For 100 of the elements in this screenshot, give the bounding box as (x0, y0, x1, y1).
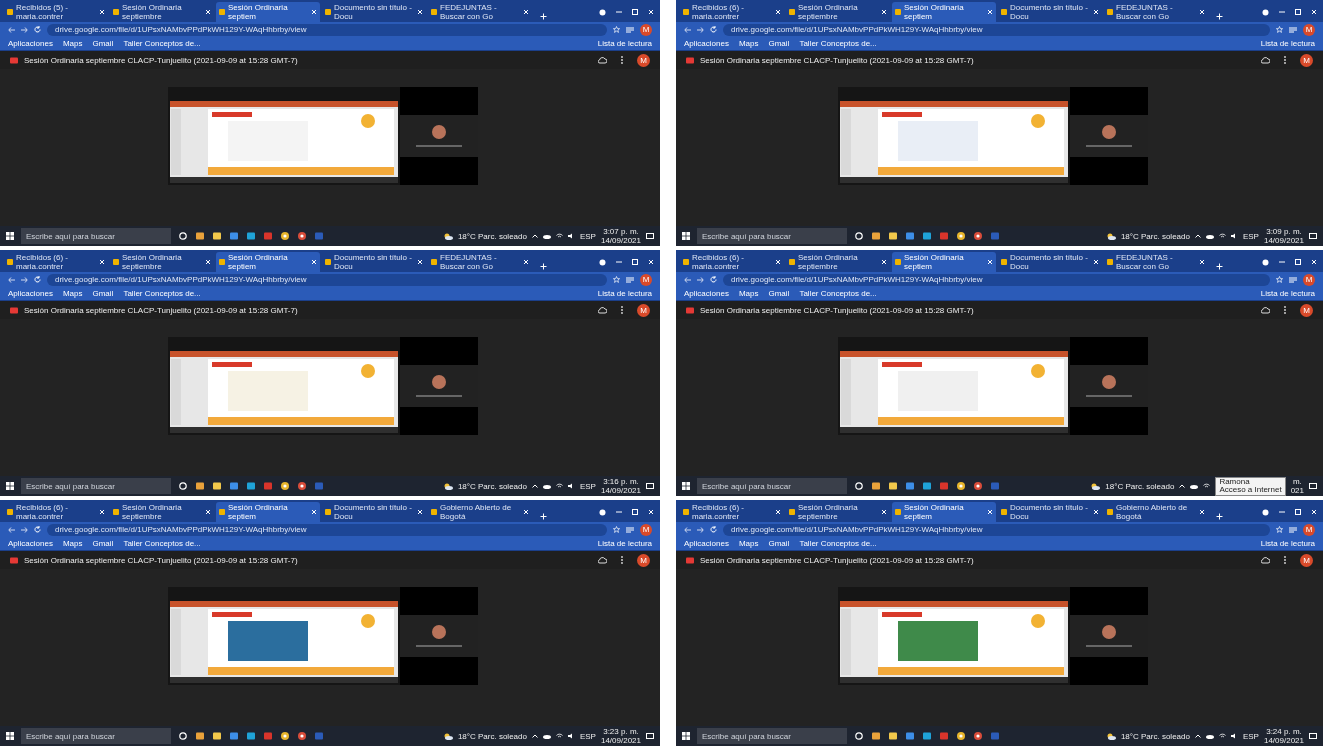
language-indicator[interactable]: ESP (579, 231, 596, 241)
browser-tab[interactable]: Gobierno Abierto de Bogotá (1104, 502, 1208, 522)
browser-tab[interactable]: Documento sin título - Docu (998, 252, 1102, 272)
browser-tab[interactable]: Sesión Ordinaria septiembre (786, 502, 890, 522)
bookmark-link[interactable]: Aplicaciones (684, 539, 729, 548)
address-field[interactable]: drive.google.com/file/d/1UPsxNAMbvPPdPkWH129Y-WAqHhbrby/view (723, 273, 1270, 286)
maximize-icon[interactable] (632, 259, 638, 265)
windows-icon[interactable] (6, 732, 14, 740)
language-indicator[interactable]: ESP (579, 731, 596, 741)
browser-tab[interactable]: Recibidos (5) - maria.contrer (4, 2, 108, 22)
search-field[interactable]: Escribe aquí para buscar (697, 228, 847, 244)
star-icon[interactable] (613, 526, 620, 533)
chevron-up-icon[interactable] (531, 484, 538, 488)
search-field[interactable]: Escribe aquí para buscar (21, 478, 171, 494)
close-icon[interactable] (1093, 9, 1099, 15)
cloud-icon[interactable] (1205, 733, 1214, 739)
profile-icon[interactable] (1262, 258, 1269, 266)
bookmark-link[interactable]: Gmail (92, 289, 114, 298)
bookmark-link[interactable]: Gmail (92, 39, 114, 48)
list-icon[interactable] (626, 276, 634, 283)
back-icon[interactable] (8, 526, 15, 533)
browser-tab[interactable]: Recibidos (6) - maria.contrer (680, 2, 784, 22)
profile-avatar[interactable]: M (637, 53, 650, 67)
list-icon[interactable] (1289, 526, 1297, 533)
browser-tab[interactable]: Sesión Ordinaria septiembre (786, 252, 890, 272)
profile-icon[interactable] (599, 508, 606, 516)
browser-tab[interactable]: Recibidos (6) - maria.contrer (4, 252, 108, 272)
star-icon[interactable] (613, 276, 620, 283)
plus-icon[interactable] (1216, 513, 1223, 520)
maximize-icon[interactable] (1295, 9, 1301, 15)
reload-icon[interactable] (710, 26, 717, 33)
bookmark-link[interactable]: Taller Conceptos de... (123, 289, 201, 298)
windows-icon[interactable] (682, 232, 690, 240)
drive-add-icon[interactable] (1261, 56, 1270, 64)
close-icon[interactable] (775, 9, 781, 15)
browser-tab[interactable]: Gobierno Abierto de Bogotá (428, 502, 532, 522)
back-icon[interactable] (8, 26, 15, 33)
bookmark-link[interactable]: Gmail (92, 539, 114, 548)
speaker-icon[interactable] (567, 483, 575, 489)
clock-time[interactable]: m. (1292, 477, 1302, 486)
reading-list-button[interactable]: Lista de lectura (597, 539, 652, 548)
profile-avatar[interactable]: M (1303, 273, 1315, 286)
browser-tab[interactable]: Documento sin título - Docu (998, 2, 1102, 22)
search-field[interactable]: Escribe aquí para buscar (21, 228, 171, 244)
drive-add-icon[interactable] (598, 306, 607, 314)
close-icon[interactable] (1199, 509, 1205, 515)
notification-icon[interactable] (646, 732, 654, 740)
bookmark-link[interactable]: Aplicaciones (8, 539, 53, 548)
profile-icon[interactable] (1262, 8, 1269, 16)
close-icon[interactable] (987, 9, 993, 15)
reload-icon[interactable] (34, 276, 41, 283)
maximize-icon[interactable] (1295, 509, 1301, 515)
browser-tab[interactable]: Sesión Ordinaria septiem (216, 2, 320, 22)
star-icon[interactable] (613, 26, 620, 33)
list-icon[interactable] (1289, 26, 1297, 33)
plus-icon[interactable] (540, 13, 547, 20)
drive-add-icon[interactable] (1261, 556, 1270, 564)
star-icon[interactable] (1276, 526, 1283, 533)
star-icon[interactable] (1276, 276, 1283, 283)
cloud-icon[interactable] (542, 733, 551, 739)
close-icon[interactable] (775, 259, 781, 265)
profile-avatar[interactable]: M (640, 273, 652, 286)
address-field[interactable]: drive.google.com/file/d/1UPsxNAMbvPPdPkWH129Y-WAqHhbrby/view (47, 523, 607, 536)
wifi-icon[interactable] (555, 233, 563, 239)
close-icon[interactable] (205, 259, 211, 265)
drive-add-icon[interactable] (598, 56, 607, 64)
chevron-up-icon[interactable] (1179, 484, 1186, 488)
browser-tab[interactable]: Sesión Ordinaria septiem (216, 502, 320, 522)
close-icon[interactable] (523, 9, 529, 15)
browser-tab[interactable]: Sesión Ordinaria septiembre (110, 252, 214, 272)
circle-icon[interactable] (854, 731, 864, 741)
close-icon[interactable] (881, 509, 887, 515)
wifi-icon[interactable] (1218, 733, 1226, 739)
browser-tab[interactable]: Recibidos (6) - maria.contrer (680, 502, 784, 522)
close-icon[interactable] (1093, 509, 1099, 515)
browser-tab[interactable]: Sesión Ordinaria septiem (216, 252, 320, 272)
close-icon[interactable] (311, 259, 317, 265)
chevron-up-icon[interactable] (1194, 734, 1201, 738)
browser-tab[interactable]: Recibidos (6) - maria.contrer (680, 252, 784, 272)
clock-time[interactable]: 3:16 p. m. (603, 477, 639, 486)
close-icon[interactable] (99, 509, 105, 515)
forward-icon[interactable] (21, 276, 28, 283)
browser-tab[interactable]: Documento sin título - Docu (322, 252, 426, 272)
bookmark-link[interactable]: Taller Conceptos de... (799, 539, 877, 548)
search-field[interactable]: Escribe aquí para buscar (697, 478, 847, 494)
bookmark-link[interactable]: Taller Conceptos de... (799, 289, 877, 298)
browser-tab[interactable]: Sesión Ordinaria septiem (892, 2, 996, 22)
search-field[interactable]: Escribe aquí para buscar (21, 728, 171, 744)
reload-icon[interactable] (710, 276, 717, 283)
bookmark-link[interactable]: Maps (62, 289, 83, 298)
plus-icon[interactable] (1216, 13, 1223, 20)
close-icon[interactable] (648, 9, 654, 15)
profile-avatar[interactable]: M (637, 303, 650, 317)
browser-tab[interactable]: Sesión Ordinaria septiem (892, 502, 996, 522)
browser-tab[interactable]: Sesión Ordinaria septiem (892, 252, 996, 272)
wifi-icon[interactable] (555, 733, 563, 739)
address-field[interactable]: drive.google.com/file/d/1UPsxNAMbvPPdPkWH129Y-WAqHhbrby/view (47, 273, 607, 286)
forward-icon[interactable] (21, 526, 28, 533)
cloud-icon[interactable] (542, 483, 551, 489)
forward-icon[interactable] (21, 26, 28, 33)
